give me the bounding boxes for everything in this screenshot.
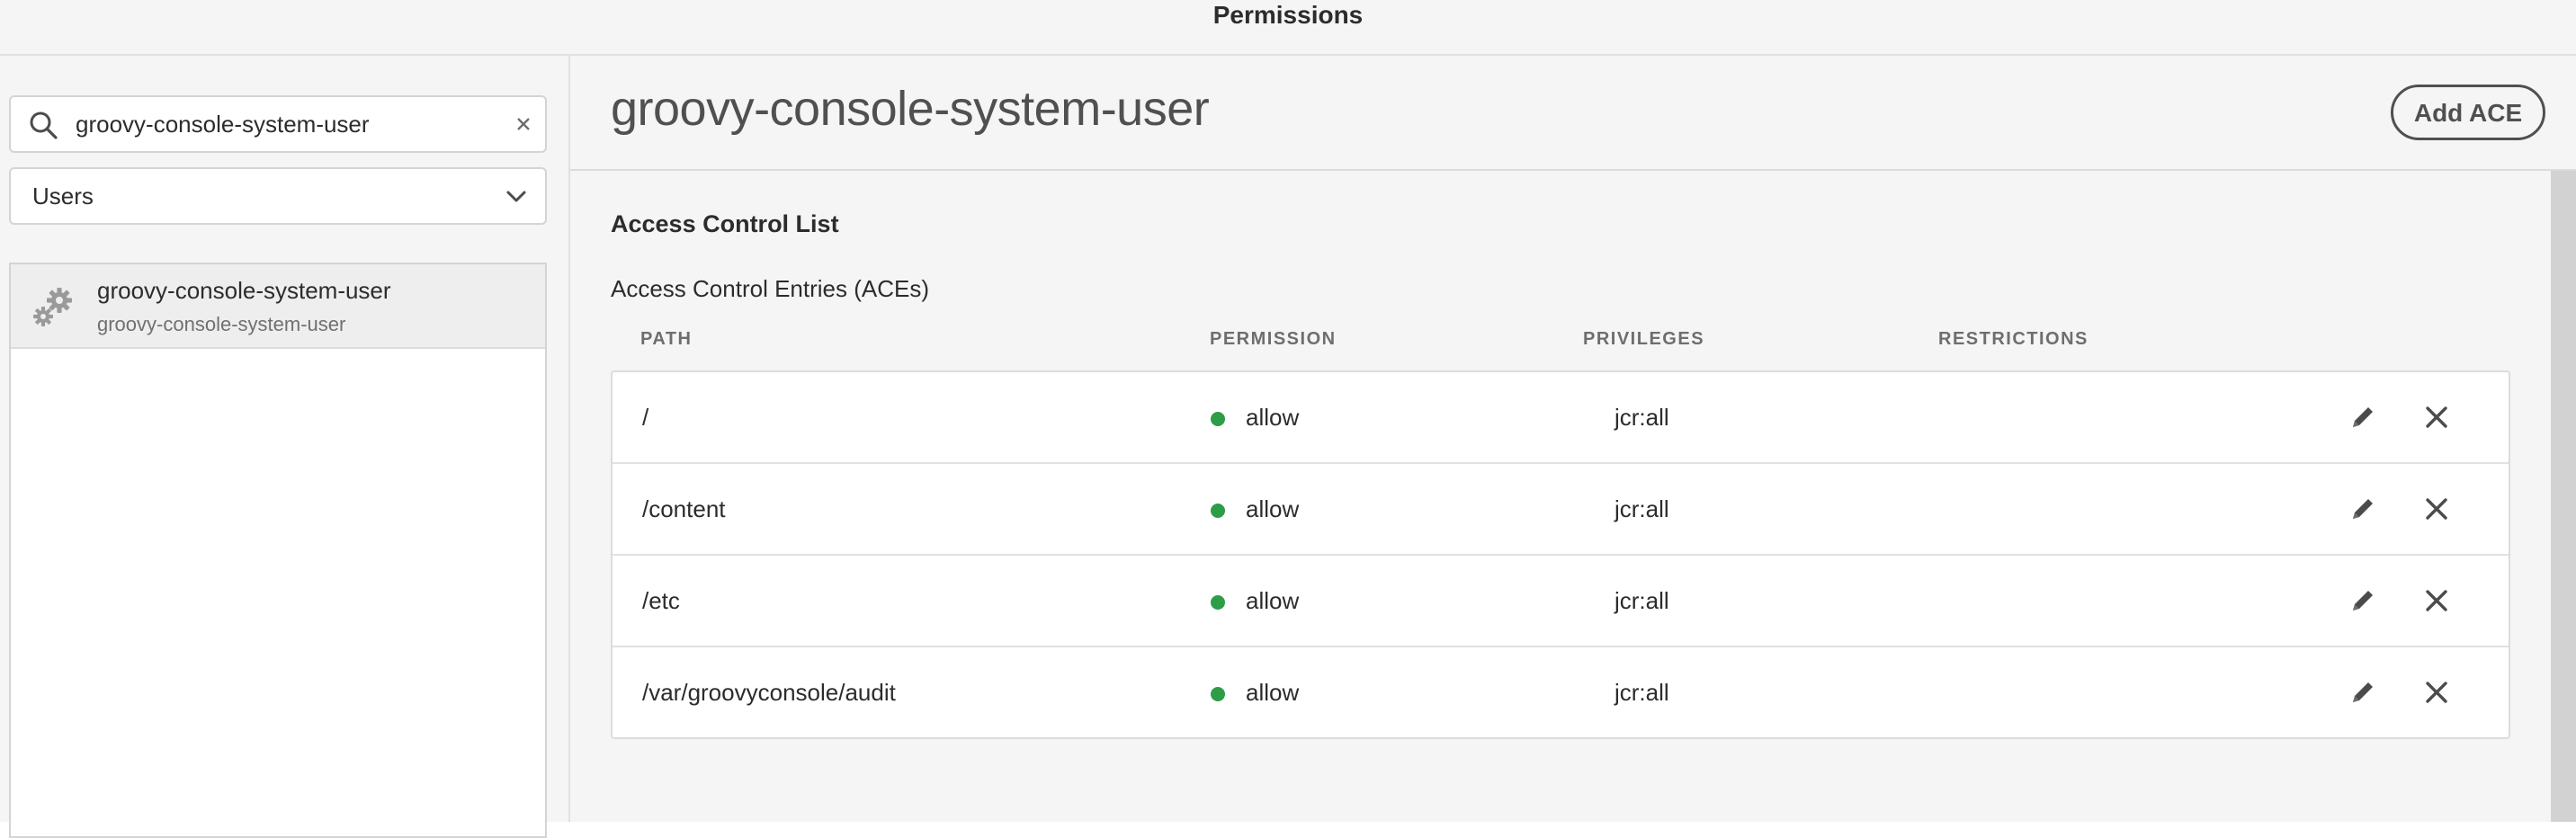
ace-path: /etc: [642, 587, 680, 614]
chevron-down-icon: [506, 191, 526, 202]
ace-permission: allow: [1246, 404, 1300, 431]
status-dot: [1211, 412, 1225, 426]
status-dot: [1211, 504, 1225, 518]
close-icon[interactable]: [2424, 680, 2449, 705]
close-icon[interactable]: [2424, 588, 2449, 613]
page-title: groovy-console-system-user: [611, 82, 1210, 136]
ace-privileges: jcr:all: [1614, 495, 1669, 522]
authorizable-sidebar: groovy-console-system-user Users groovy-…: [0, 56, 570, 838]
column-header-path: PATH: [640, 329, 693, 349]
column-header-privileges: PRIVILEGES: [1583, 329, 1705, 349]
ace-path: /: [642, 404, 649, 431]
ace-path: /content: [642, 495, 726, 522]
close-icon[interactable]: [514, 115, 532, 133]
ace-privileges: jcr:all: [1614, 404, 1669, 431]
ace-table: / allow jcr:all /content allow jcr:all /…: [611, 370, 2510, 739]
pencil-icon[interactable]: [2348, 403, 2377, 432]
ace-permission: allow: [1246, 495, 1300, 522]
main-panel: groovy-console-system-user Add ACE Acces…: [570, 56, 2576, 822]
status-dot: [1211, 687, 1225, 701]
table-row: / allow jcr:all: [613, 372, 2509, 464]
scrollbar-thumb[interactable]: [2551, 171, 2576, 822]
type-select-value: Users: [32, 183, 94, 210]
pencil-icon[interactable]: [2348, 586, 2377, 615]
pencil-icon[interactable]: [2348, 495, 2377, 523]
authorizable-type-select[interactable]: Users: [9, 167, 547, 225]
close-icon[interactable]: [2424, 405, 2449, 430]
list-item[interactable]: groovy-console-system-user groovy-consol…: [11, 264, 545, 349]
acl-heading: Access Control List: [611, 210, 839, 237]
ace-privileges: jcr:all: [1614, 679, 1669, 706]
search-input[interactable]: groovy-console-system-user: [9, 95, 547, 153]
ace-permission: allow: [1246, 679, 1300, 706]
ace-privileges: jcr:all: [1614, 587, 1669, 614]
ace-permission: allow: [1246, 587, 1300, 614]
gear-icon: [33, 288, 72, 326]
aces-heading: Access Control Entries (ACEs): [611, 275, 929, 302]
search-value[interactable]: groovy-console-system-user: [76, 97, 370, 151]
add-ace-button[interactable]: Add ACE: [2391, 85, 2545, 140]
result-subtitle: groovy-console-system-user: [97, 313, 346, 335]
main-header: groovy-console-system-user Add ACE: [570, 56, 2576, 171]
search-results-list: groovy-console-system-user groovy-consol…: [9, 263, 547, 838]
column-header-restrictions: RESTRICTIONS: [1938, 329, 2089, 349]
table-row: /content allow jcr:all: [613, 464, 2509, 556]
page-header-title: Permissions: [1212, 1, 1364, 29]
close-icon[interactable]: [2424, 496, 2449, 522]
pencil-icon[interactable]: [2348, 678, 2377, 707]
status-dot: [1211, 595, 1225, 610]
top-bar: Permissions: [0, 0, 2576, 56]
search-icon: [30, 111, 58, 139]
result-name: groovy-console-system-user: [97, 277, 391, 304]
column-header-permission: PERMISSION: [1210, 329, 1337, 349]
table-row: /var/groovyconsole/audit allow jcr:all: [613, 647, 2509, 739]
ace-path: /var/groovyconsole/audit: [642, 679, 896, 706]
table-row: /etc allow jcr:all: [613, 556, 2509, 647]
